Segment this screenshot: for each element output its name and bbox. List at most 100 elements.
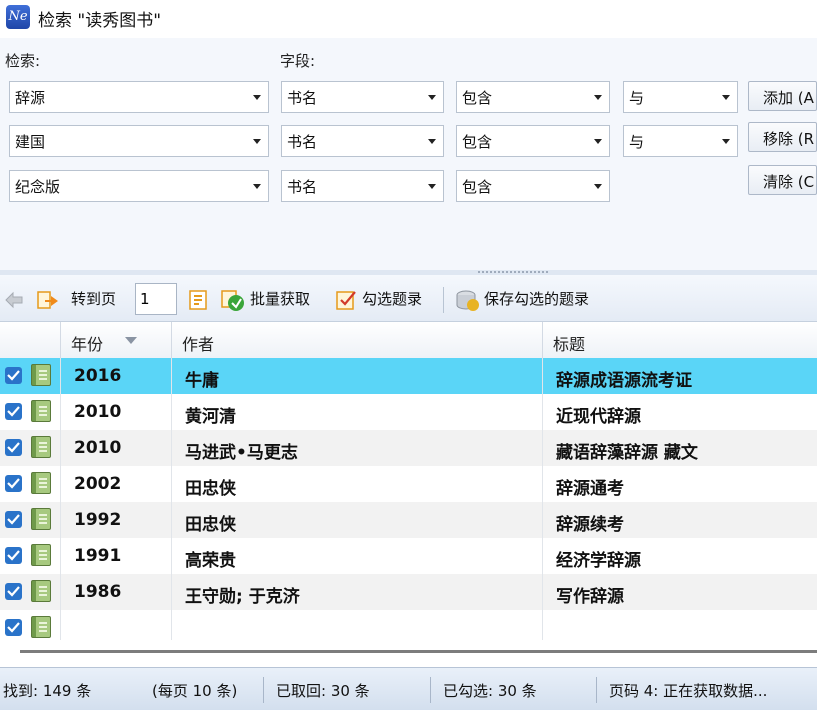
column-divider — [171, 358, 172, 640]
sort-desc-icon[interactable] — [125, 337, 137, 344]
book-icon — [31, 544, 51, 566]
column-header-author[interactable]: 作者 — [171, 322, 542, 358]
match-select-2[interactable]: 包含 — [456, 125, 610, 157]
keyword-combo-3[interactable]: 纪念版 — [9, 170, 269, 202]
table-row[interactable]: 2016 牛庸 辞源成语源流考证 — [0, 358, 817, 394]
prev-page-icon[interactable] — [3, 289, 25, 311]
status-selected: 已勾选: 30 条 — [443, 682, 537, 700]
author-cell: 高荣贵 — [185, 551, 236, 571]
title-cell: 近现代辞源 — [556, 407, 641, 427]
save-records-icon[interactable] — [454, 287, 480, 313]
row-checkbox[interactable] — [5, 439, 22, 456]
match-select-1[interactable]: 包含 — [456, 81, 610, 113]
row-checkbox[interactable] — [5, 403, 22, 420]
column-title: 标题 — [553, 335, 586, 354]
column-header-title[interactable]: 标题 — [542, 322, 817, 358]
status-bar: 找到: 149 条 (每页 10 条) 已取回: 30 条 已勾选: 30 条 … — [0, 667, 817, 710]
row-checkbox[interactable] — [5, 475, 22, 492]
select-records-icon[interactable] — [334, 288, 358, 312]
column-divider — [542, 358, 543, 640]
select-records-button[interactable]: 勾选题录 — [362, 288, 422, 309]
logic-select-1[interactable]: 与 — [623, 81, 738, 113]
next-page-icon[interactable] — [36, 289, 60, 311]
year-cell: 2010 — [74, 402, 122, 422]
batch-fetch-button[interactable]: 批量获取 — [250, 288, 310, 309]
table-row[interactable]: 1991 高荣贵 经济学辞源 — [0, 538, 817, 574]
match-select-3[interactable]: 包含 — [456, 170, 610, 202]
author-cell: 黄河清 — [185, 407, 236, 427]
book-icon — [31, 364, 51, 386]
year-cell: 2002 — [74, 474, 122, 494]
author-cell: 王守勋; 于克济 — [185, 587, 300, 607]
table-row[interactable]: 2002 田忠侠 辞源通考 — [0, 466, 817, 502]
keyword-value: 建国 — [15, 133, 46, 151]
book-icon — [31, 472, 51, 494]
column-header-year[interactable]: 年份 — [60, 322, 171, 358]
field-value: 书名 — [287, 89, 318, 107]
title-cell: 藏语辞藻辞源 藏文 — [556, 443, 698, 463]
table-row[interactable]: 1986 王守勋; 于克济 写作辞源 — [0, 574, 817, 610]
chevron-down-icon — [428, 184, 436, 189]
goto-page-icon[interactable] — [187, 288, 211, 312]
table-row[interactable]: 2010 马进武•马更志 藏语辞藻辞源 藏文 — [0, 430, 817, 466]
batch-fetch-icon[interactable] — [220, 287, 246, 313]
column-divider — [60, 358, 61, 640]
title-cell: 经济学辞源 — [556, 551, 641, 571]
column-title: 年份 — [71, 335, 104, 354]
table-row[interactable]: 2010 黄河清 近现代辞源 — [0, 394, 817, 430]
toolbar-divider — [443, 287, 444, 313]
chevron-down-icon — [722, 95, 730, 100]
logic-select-2[interactable]: 与 — [623, 125, 738, 157]
row-checkbox[interactable] — [5, 511, 22, 528]
author-cell: 牛庸 — [185, 371, 219, 391]
page-number-input[interactable] — [135, 283, 177, 315]
remove-button[interactable]: 移除 (R — [748, 122, 817, 152]
field-select-2[interactable]: 书名 — [281, 125, 444, 157]
app-logo-icon: Ne — [6, 5, 30, 29]
status-per-page: (每页 10 条) — [152, 682, 238, 700]
table-footer-area — [0, 640, 817, 667]
add-button[interactable]: 添加 (A — [748, 81, 817, 111]
splitter-grip[interactable] — [477, 271, 549, 273]
match-value: 包含 — [462, 89, 493, 107]
chevron-down-icon — [253, 139, 261, 144]
row-checkbox[interactable] — [5, 367, 22, 384]
chevron-down-icon — [253, 95, 261, 100]
field-select-1[interactable]: 书名 — [281, 81, 444, 113]
row-checkbox[interactable] — [5, 619, 22, 636]
save-selected-button[interactable]: 保存勾选的题录 — [484, 288, 589, 309]
keyword-combo-2[interactable]: 建国 — [9, 125, 269, 157]
row-checkbox[interactable] — [5, 583, 22, 600]
window-title: 检索 "读秀图书" — [38, 11, 162, 31]
match-value: 包含 — [462, 178, 493, 196]
chevron-down-icon — [428, 139, 436, 144]
status-page-progress: 页码 4: 正在获取数据... — [609, 682, 768, 700]
field-label: 字段: — [280, 52, 316, 70]
add-button-label: 添加 (A — [763, 89, 814, 107]
book-icon — [31, 400, 51, 422]
table-header: 年份 作者 标题 — [0, 322, 817, 359]
title-cell: 写作辞源 — [556, 587, 624, 607]
year-cell: 1992 — [74, 510, 122, 530]
chevron-down-icon — [428, 95, 436, 100]
year-cell: 2010 — [74, 438, 122, 458]
row-checkbox[interactable] — [5, 547, 22, 564]
field-select-3[interactable]: 书名 — [281, 170, 444, 202]
field-value: 书名 — [287, 133, 318, 151]
book-icon — [31, 616, 51, 638]
clear-button[interactable]: 清除 (C — [748, 165, 817, 195]
status-divider — [430, 677, 431, 703]
logic-value: 与 — [629, 133, 645, 151]
clear-button-label: 清除 (C — [763, 173, 815, 191]
horizontal-scrollbar[interactable] — [20, 650, 817, 653]
keyword-combo-1[interactable]: 辞源 — [9, 81, 269, 113]
table-row[interactable]: 1992 田忠侠 辞源续考 — [0, 502, 817, 538]
remove-button-label: 移除 (R — [763, 130, 815, 148]
table-row[interactable] — [0, 610, 817, 640]
title-cell: 辞源续考 — [556, 515, 624, 535]
year-cell: 1986 — [74, 582, 122, 602]
book-icon — [31, 508, 51, 530]
chevron-down-icon — [253, 184, 261, 189]
status-found: 找到: 149 条 — [3, 682, 92, 700]
keyword-value: 纪念版 — [15, 178, 61, 196]
